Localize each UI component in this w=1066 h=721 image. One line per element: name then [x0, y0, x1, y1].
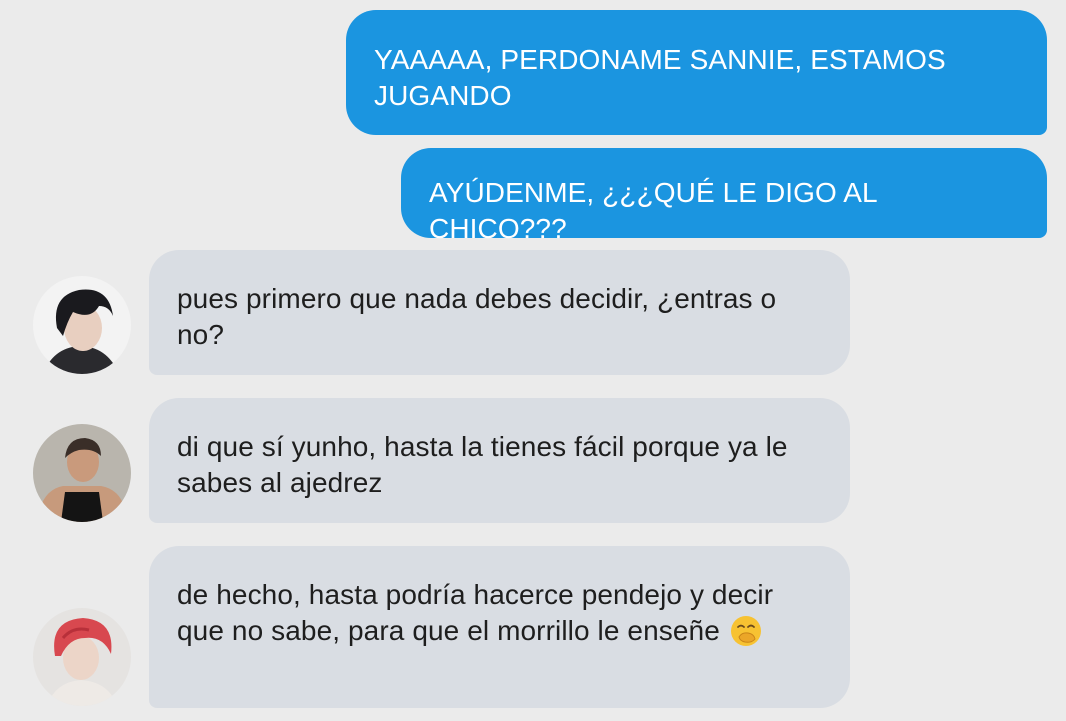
avatar[interactable] — [33, 424, 131, 522]
face-with-hand-over-mouth-icon — [730, 615, 762, 647]
message-text: YAAAAA, PERDONAME SANNIE, ESTAMOS JUGAND… — [374, 44, 946, 111]
message-text: AYÚDENME, ¿¿¿QUÉ LE DIGO AL CHICO??? — [429, 177, 877, 244]
message-text: de hecho, hasta podría hacerce pendejo y… — [177, 579, 774, 646]
avatar[interactable] — [33, 608, 131, 706]
sent-message-bubble[interactable]: AYÚDENME, ¿¿¿QUÉ LE DIGO AL CHICO??? — [401, 148, 1047, 244]
received-message-bubble[interactable]: de hecho, hasta podría hacerce pendejo y… — [149, 546, 850, 708]
received-message-bubble[interactable]: pues primero que nada debes decidir, ¿en… — [149, 250, 850, 375]
avatar[interactable] — [33, 276, 131, 374]
sent-message-bubble[interactable]: YAAAAA, PERDONAME SANNIE, ESTAMOS JUGAND… — [346, 10, 1047, 135]
message-text: pues primero que nada debes decidir, ¿en… — [177, 283, 777, 350]
received-message-bubble[interactable]: di que sí yunho, hasta la tienes fácil p… — [149, 398, 850, 523]
message-text: di que sí yunho, hasta la tienes fácil p… — [177, 431, 788, 498]
